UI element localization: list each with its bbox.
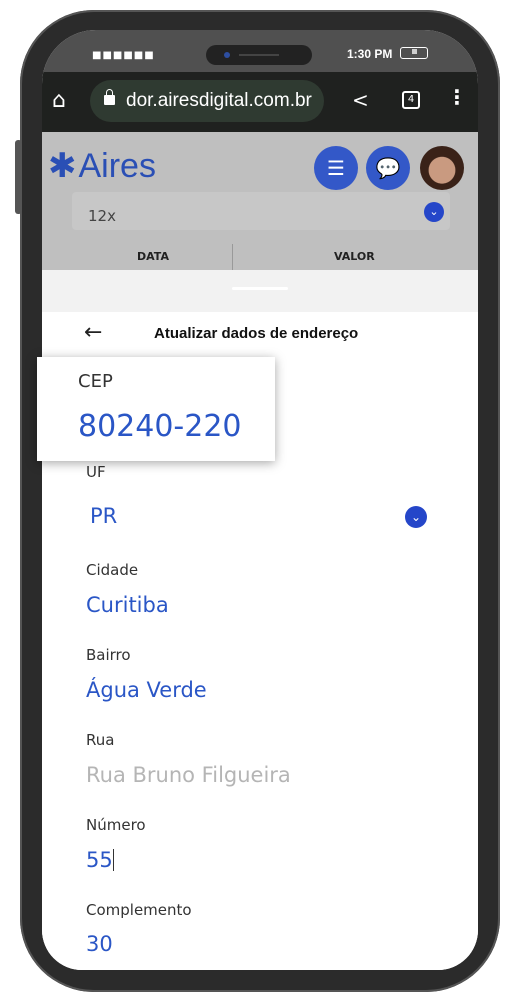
battery-icon: IIIII xyxy=(400,47,428,59)
text-cursor xyxy=(112,849,114,871)
home-icon[interactable]: ⌂ xyxy=(52,88,66,113)
more-menu-icon[interactable]: ⋮ xyxy=(447,85,467,109)
signal-icon: ■■■■■■ xyxy=(92,50,155,61)
clock: 1:30 PM xyxy=(347,47,393,61)
drag-handle[interactable] xyxy=(232,287,288,290)
cep-field-highlight[interactable]: CEP 80240-220 xyxy=(37,357,275,461)
table-header-valor: VALOR xyxy=(334,250,375,263)
chevron-down-icon[interactable]: ⌄ xyxy=(405,506,427,528)
chat-button[interactable]: 💬 xyxy=(366,146,410,190)
url-text: dor.airesdigital.com.br xyxy=(126,90,312,111)
screen: ■■■■■■ 1:30 PM IIIII ⌂ dor.airesdigital.… xyxy=(42,30,478,970)
lock-icon xyxy=(104,89,115,105)
divider xyxy=(232,244,233,270)
table-header-data: DATA xyxy=(137,250,169,263)
address-bar[interactable]: dor.airesdigital.com.br xyxy=(90,80,324,122)
background-page: ✱ Aires ☰ 💬 12x ⌄ DATA VALOR xyxy=(42,132,478,272)
phone-side-button xyxy=(15,140,22,214)
sheet-title: Atualizar dados de endereço xyxy=(154,325,359,342)
browser-toolbar: ⌂ dor.airesdigital.com.br < 4 ⋮ xyxy=(42,72,478,132)
aires-logo: ✱ Aires xyxy=(48,146,156,186)
camera-notch xyxy=(206,45,312,65)
back-arrow-icon[interactable]: ← xyxy=(84,320,102,345)
status-bar: ■■■■■■ 1:30 PM IIIII xyxy=(42,30,478,72)
logo-mark-icon: ✱ xyxy=(48,147,77,185)
installments-select[interactable]: 12x ⌄ xyxy=(72,192,450,230)
tabs-button[interactable]: 4 xyxy=(402,91,420,109)
avatar[interactable] xyxy=(420,146,464,190)
chevron-down-icon: ⌄ xyxy=(424,202,444,222)
filter-button[interactable]: ☰ xyxy=(314,146,358,190)
share-icon[interactable]: < xyxy=(352,88,369,112)
